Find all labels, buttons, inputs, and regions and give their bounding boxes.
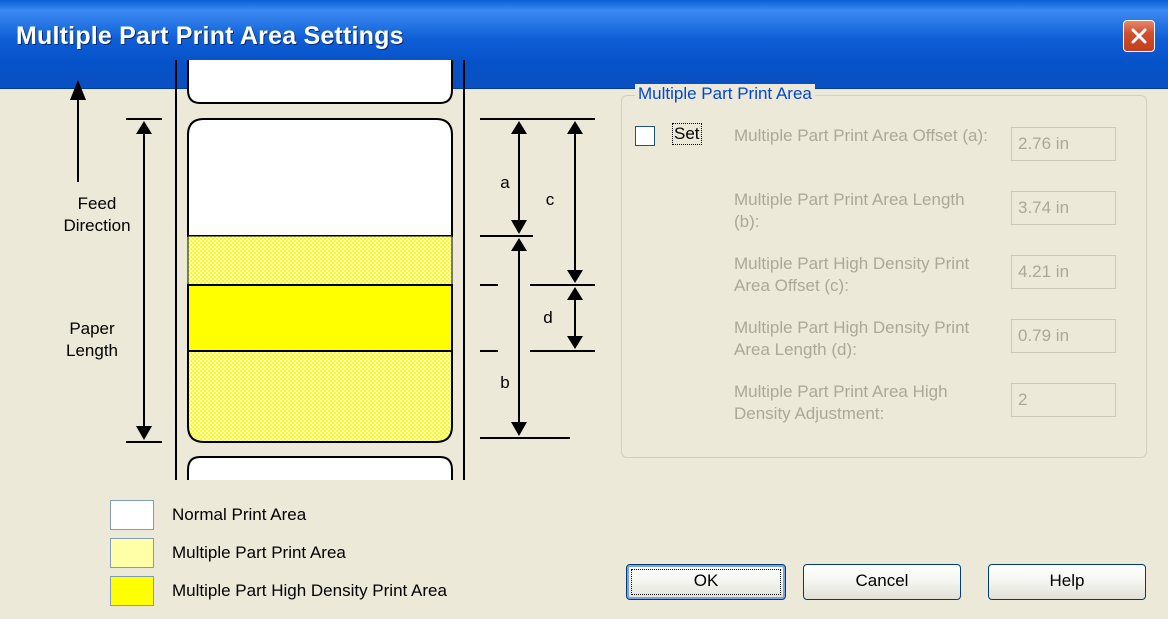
- feed-direction-label: Feed Direction: [63, 194, 131, 235]
- hd-length-d-label: Multiple Part High Density Print Area Le…: [734, 318, 970, 359]
- legend-multipart-swatch: [110, 538, 154, 568]
- legend-normal-label: Normal Print Area: [172, 505, 307, 524]
- close-button[interactable]: [1123, 20, 1155, 52]
- close-icon: [1131, 28, 1147, 44]
- hd-adjustment-label: Multiple Part Print Area High Density Ad…: [734, 382, 948, 423]
- legend-high-density-swatch: [110, 576, 154, 606]
- group-title: Multiple Part Print Area: [635, 84, 815, 104]
- length-b-label: Multiple Part Print Area Length (b):: [734, 190, 965, 231]
- legend-multipart-label: Multiple Part Print Area: [172, 543, 346, 562]
- dimension-c-label: c: [545, 190, 555, 209]
- dimension-arrowheads: [511, 121, 583, 436]
- ok-button[interactable]: OK: [626, 564, 786, 600]
- print-area-diagram: [70, 60, 595, 480]
- cancel-button[interactable]: Cancel: [803, 564, 961, 600]
- window-title: Multiple Part Print Area Settings: [16, 22, 404, 50]
- offset-a-input[interactable]: 2.76 in: [1011, 127, 1116, 161]
- help-button[interactable]: Help: [988, 564, 1146, 600]
- length-b-input[interactable]: 3.74 in: [1011, 191, 1116, 225]
- help-button-label: Help: [1049, 571, 1085, 590]
- hd-adjustment-input[interactable]: 2: [1011, 383, 1116, 417]
- hd-offset-c-label: Multiple Part High Density Print Area Of…: [734, 254, 970, 295]
- focus-rect: [631, 569, 781, 595]
- set-checkbox-label[interactable]: Set: [672, 123, 702, 145]
- paper-length-arrow: [126, 118, 162, 443]
- dialog-window: Multiple Part Print Area Settings Feed D…: [0, 0, 1168, 619]
- dimension-a-label: a: [500, 173, 510, 192]
- label-roll: [175, 60, 465, 480]
- dimension-b-label: b: [500, 373, 510, 392]
- offset-a-label: Multiple Part Print Area Offset (a):: [734, 126, 988, 145]
- hd-offset-c-input[interactable]: 4.21 in: [1011, 255, 1116, 289]
- set-checkbox[interactable]: [635, 126, 655, 146]
- feed-direction-arrow: [70, 80, 86, 182]
- dimension-d-label: d: [543, 308, 553, 327]
- legend-normal-swatch: [110, 500, 154, 530]
- paper-length-label: Paper Length: [66, 319, 118, 360]
- cancel-button-label: Cancel: [855, 571, 909, 590]
- hd-length-d-input[interactable]: 0.79 in: [1011, 319, 1116, 353]
- legend-high-density-label: Multiple Part High Density Print Area: [172, 581, 447, 600]
